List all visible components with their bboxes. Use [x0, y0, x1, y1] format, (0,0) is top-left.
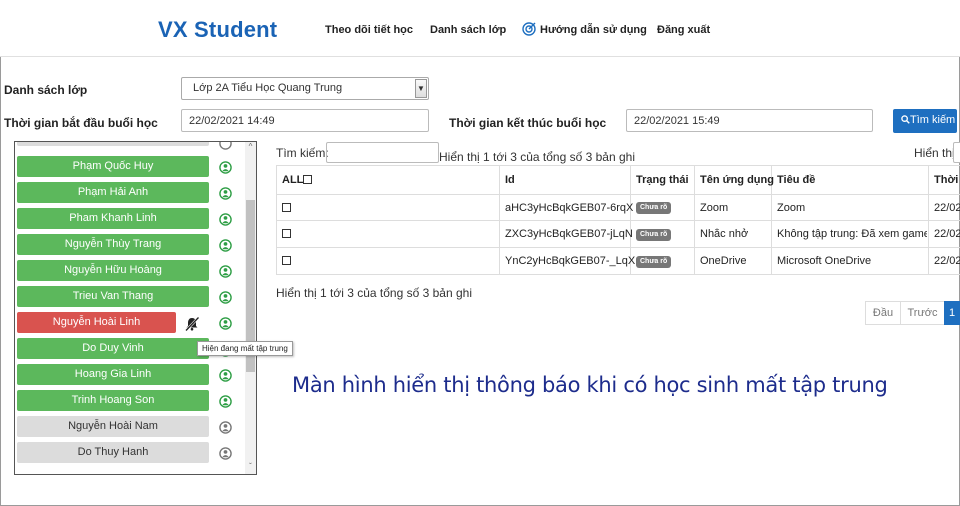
user-offline-icon: [219, 421, 232, 434]
table-info-top: Hiển thị 1 tới 3 của tổng số 3 bản ghi: [439, 150, 635, 164]
brand-logo[interactable]: VX Student: [158, 17, 277, 43]
end-time-input[interactable]: 22/02/2021 15:49: [626, 109, 873, 132]
table-info-bottom: Hiển thị 1 tới 3 của tổng số 3 bản ghi: [276, 286, 472, 300]
table-header-line: [276, 194, 960, 195]
row-time: 22/02: [934, 228, 960, 240]
navbar: VX Student Theo dõi tiết học Danh sách l…: [0, 0, 960, 57]
status-badge: Chưa rõ: [636, 256, 672, 268]
target-icon: [522, 22, 536, 36]
row-id: ZXC3yHcBqkGEB07-jLqN: [505, 228, 633, 240]
col-header-title[interactable]: Tiêu đề: [777, 174, 815, 186]
student-item[interactable]: Pham Khanh Linh: [17, 208, 209, 229]
table-row-line: [276, 220, 960, 221]
pagination-prev[interactable]: Trước: [900, 301, 945, 325]
nav-theo-doi[interactable]: Theo dõi tiết học: [325, 24, 413, 36]
row-title: Zoom: [777, 202, 806, 214]
row-app: OneDrive: [700, 255, 747, 267]
row-title: Không tập trung: Đã xem game: [777, 228, 927, 240]
student-item-distracted[interactable]: Nguyễn Hoài Linh: [17, 312, 176, 333]
col-header-time[interactable]: Thời: [934, 174, 958, 186]
nav-huong-dan[interactable]: Hướng dẫn sử dụng: [540, 24, 647, 36]
student-item[interactable]: Trieu Van Thang: [17, 286, 209, 307]
student-item[interactable]: Do Thuy Hanh: [17, 442, 209, 463]
user-offline-icon: [219, 142, 232, 150]
user-online-icon: [219, 369, 232, 382]
user-offline-icon: [219, 447, 232, 460]
student-item[interactable]: Nguyễn Hữu Hoàng: [17, 260, 209, 281]
table-search-input[interactable]: [326, 142, 439, 163]
page-size-select[interactable]: [953, 142, 960, 163]
user-online-icon: [219, 187, 232, 200]
table-col-line: [276, 165, 277, 274]
chevron-down-icon[interactable]: ▼: [415, 79, 427, 98]
class-select-value: Lớp 2A Tiểu Học Quang Trung: [193, 82, 343, 94]
row-checkbox[interactable]: [282, 229, 291, 238]
col-header-id[interactable]: Id: [505, 174, 515, 186]
page-size-label: Hiển thị: [914, 146, 955, 160]
search-button-label: Tìm kiếm: [910, 114, 956, 126]
class-label: Danh sách lớp: [4, 83, 88, 97]
row-app: Zoom: [700, 202, 729, 214]
user-online-icon: [219, 395, 232, 408]
chevron-down-icon[interactable]: ˇ: [245, 462, 256, 471]
student-list[interactable]: Phạm Quốc Huy Phạm Hải Anh Pham Khanh Li…: [14, 141, 257, 475]
student-item[interactable]: Nguyễn Hoài Nam: [17, 416, 209, 437]
user-online-icon: [219, 213, 232, 226]
bell-slash-icon: [185, 316, 200, 332]
select-all-checkbox[interactable]: [303, 175, 312, 184]
nav-dang-xuat[interactable]: Đăng xuất: [657, 24, 710, 36]
caption-annotation: Màn hình hiển thị thông báo khi có học s…: [292, 373, 888, 397]
table-search-label: Tìm kiếm:: [276, 146, 329, 160]
student-item[interactable]: Nguyễn Thùy Trang: [17, 234, 209, 255]
pagination-first[interactable]: Đầu: [865, 301, 901, 325]
student-item-partial: [17, 142, 209, 146]
col-header-all[interactable]: ALL: [282, 174, 303, 186]
distracted-tooltip: Hiện đang mất tập trung: [197, 341, 293, 356]
row-app: Nhắc nhở: [700, 228, 749, 240]
row-checkbox[interactable]: [282, 203, 291, 212]
table-row-line: [276, 274, 960, 275]
user-online-icon: [219, 265, 232, 278]
student-item[interactable]: Phạm Hải Anh: [17, 182, 209, 203]
search-button[interactable]: Tìm kiếm: [893, 109, 957, 133]
student-item[interactable]: Trinh Hoang Son: [17, 390, 209, 411]
end-time-label: Thời gian kết thúc buổi học: [449, 116, 607, 130]
user-online-icon: [219, 317, 232, 330]
start-time-input[interactable]: 22/02/2021 14:49: [181, 109, 429, 132]
row-time: 22/02: [934, 202, 960, 214]
nav-danh-sach-lop[interactable]: Danh sách lớp: [430, 24, 506, 36]
class-select[interactable]: Lớp 2A Tiểu Học Quang Trung ▼: [181, 77, 429, 100]
col-header-app[interactable]: Tên ứng dụng: [700, 174, 774, 186]
table-col-line: [694, 165, 695, 274]
user-online-icon: [219, 239, 232, 252]
table-border-top: [276, 165, 960, 166]
status-badge: Chưa rõ: [636, 229, 672, 241]
row-title: Microsoft OneDrive: [777, 255, 872, 267]
search-icon: [901, 115, 910, 124]
student-item[interactable]: Phạm Quốc Huy: [17, 156, 209, 177]
chevron-up-icon[interactable]: ^: [245, 142, 256, 151]
table-col-line: [499, 165, 500, 274]
student-item[interactable]: Hoang Gia Linh: [17, 364, 209, 385]
start-time-label: Thời gian bắt đầu buổi học: [4, 116, 158, 130]
student-item[interactable]: Do Duy Vinh: [17, 338, 209, 359]
user-online-icon: [219, 161, 232, 174]
student-list-scrollbar[interactable]: ^ ˇ: [245, 142, 256, 474]
user-online-icon: [219, 291, 232, 304]
row-time: 22/02: [934, 255, 960, 267]
status-badge: Chưa rõ: [636, 202, 672, 214]
row-id: aHC3yHcBqkGEB07-6rqX: [505, 202, 634, 214]
row-id: YnC2yHcBqkGEB07-_LqX: [505, 255, 636, 267]
pagination-current[interactable]: 1: [944, 301, 960, 325]
col-header-status[interactable]: Trạng thái: [636, 174, 689, 186]
table-col-line: [928, 165, 929, 274]
table-row-line: [276, 247, 960, 248]
row-checkbox[interactable]: [282, 256, 291, 265]
